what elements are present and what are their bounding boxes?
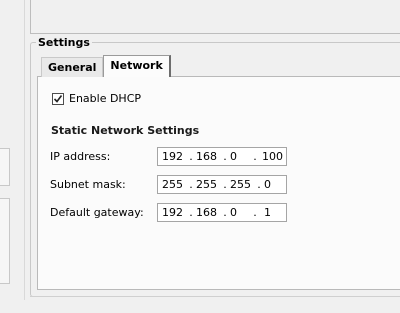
octet-separator: . (189, 150, 193, 163)
octet-3[interactable]: 255 (230, 178, 254, 191)
octet-separator: . (223, 178, 227, 191)
octet-2[interactable]: 255 (196, 178, 220, 191)
octet-separator: . (253, 150, 257, 163)
tab-network[interactable]: Network (103, 55, 171, 77)
ip-address-field[interactable]: 192 . 168 . 0 . 100 (157, 147, 287, 166)
bottom-divider (30, 296, 400, 297)
octet-1[interactable]: 192 (162, 150, 186, 163)
dhcp-label: Enable DHCP (69, 92, 142, 105)
subnet-mask-field[interactable]: 255 . 255 . 255 . 0 (157, 175, 287, 194)
default-gateway-label: Default gateway: (50, 206, 144, 219)
subnet-mask-label: Subnet mask: (50, 178, 126, 191)
octet-2[interactable]: 168 (196, 206, 220, 219)
octet-separator: . (189, 178, 193, 191)
octet-3[interactable]: 0 (230, 150, 254, 163)
octet-3[interactable]: 0 (230, 206, 254, 219)
octet-4[interactable]: 0 (264, 178, 288, 191)
left-panel-box (0, 148, 10, 186)
left-panel-box (0, 198, 10, 284)
octet-separator: . (253, 206, 257, 219)
default-gateway-field[interactable]: 192 . 168 . 0 . 1 (157, 203, 287, 222)
octet-separator: . (223, 206, 227, 219)
octet-2[interactable]: 168 (196, 150, 220, 163)
ip-address-label: IP address: (50, 150, 111, 163)
checkmark-icon (53, 94, 63, 103)
dhcp-checkbox[interactable] (52, 92, 64, 105)
left-divider (24, 0, 25, 300)
octet-separator: . (223, 150, 227, 163)
static-settings-heading: Static Network Settings (51, 124, 200, 137)
octet-separator: . (189, 206, 193, 219)
tab-strip: General Network (41, 55, 171, 77)
octet-1[interactable]: 255 (162, 178, 186, 191)
octet-1[interactable]: 192 (162, 206, 186, 219)
tab-general[interactable]: General (41, 57, 104, 77)
octet-4[interactable]: 1 (264, 206, 288, 219)
octet-separator: . (257, 178, 261, 191)
top-panel (30, 0, 400, 34)
octet-4[interactable]: 100 (262, 150, 286, 163)
dhcp-row[interactable]: Enable DHCP (52, 92, 141, 105)
groupbox-title: Settings (36, 36, 92, 49)
